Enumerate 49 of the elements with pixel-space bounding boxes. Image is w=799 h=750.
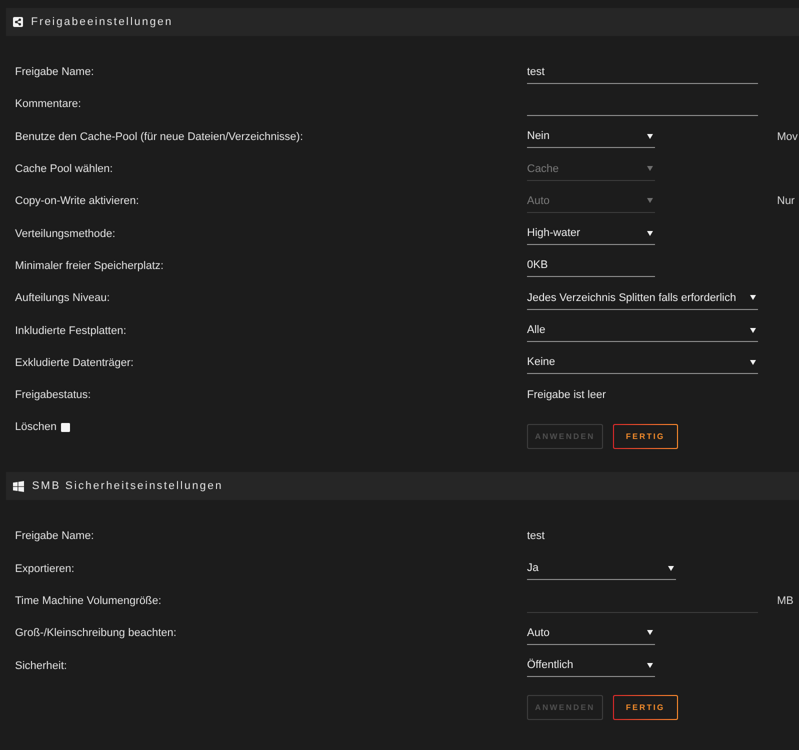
field-label: Sicherheit: — [15, 658, 68, 674]
dropdown[interactable]: Jedes Verzeichnis Splitten falls erforderlich — [527, 286, 758, 310]
caret-icon — [668, 566, 674, 571]
done-button[interactable]: FERTIG — [612, 424, 678, 450]
field-label: Cache Pool wählen: — [15, 162, 114, 178]
field-label: Aufteilungs Niveau: — [15, 291, 111, 306]
dropdown[interactable]: Auto — [527, 622, 655, 645]
done-button[interactable]: FERTIG — [612, 694, 678, 720]
field-label: Benutze den Cache-Pool (für neue Dateien/Verzeichnisse): — [15, 130, 304, 145]
caret-icon — [647, 198, 653, 204]
hint-text: Mov — [777, 130, 799, 143]
caret-icon — [750, 328, 756, 333]
caret-icon — [750, 295, 756, 300]
text-field[interactable]: test — [527, 60, 758, 84]
field-label: Time Machine Volumengröße: — [15, 594, 162, 609]
section-title: Freigabeeinstellungen — [31, 16, 173, 28]
checkbox-label: Löschen — [15, 420, 57, 436]
caret-icon — [647, 166, 653, 172]
value-text: Freigabe ist leer — [527, 389, 606, 402]
dropdown[interactable]: Öffentlich — [527, 654, 655, 678]
dropdown[interactable]: Alle — [527, 319, 758, 342]
hint-text: Nur — [777, 195, 796, 208]
field-label: Groß-/Kleinschreibung beachten: — [15, 626, 178, 642]
field-label: Freigabe Name: — [15, 529, 95, 544]
field-label: Verteilungsmethode: — [15, 226, 116, 242]
dropdown[interactable]: Nein — [527, 125, 655, 148]
field-label: Freigabestatus: — [15, 388, 92, 404]
field-label: Kommentare: — [15, 97, 82, 112]
dropdown[interactable]: Ja — [527, 557, 676, 580]
hint-text: MB — [777, 595, 794, 607]
windows-icon — [13, 480, 24, 492]
caret-icon — [750, 360, 756, 365]
caret-icon — [647, 230, 653, 236]
caret-icon — [647, 630, 653, 636]
field-label: Exkludierte Datenträger: — [15, 356, 135, 371]
field-label: Minimaler freier Speicherplatz: — [15, 258, 165, 274]
field-label: Copy-on-Write aktivieren: — [15, 194, 140, 210]
share-icon — [13, 17, 23, 27]
text-field[interactable]: 0KB — [527, 254, 655, 278]
caret-icon — [647, 134, 653, 139]
dropdown[interactable]: Keine — [527, 351, 758, 374]
caret-icon — [647, 662, 653, 668]
checkbox[interactable] — [60, 422, 70, 432]
field-label: Freigabe Name: — [15, 65, 95, 80]
field-label: Exportieren: — [15, 562, 76, 577]
field-label: Inkludierte Festplatten: — [15, 324, 128, 339]
section-title: SMB Sicherheitseinstellungen — [32, 480, 223, 492]
value-text: test — [527, 530, 545, 542]
dropdown[interactable]: High-water — [527, 222, 655, 246]
